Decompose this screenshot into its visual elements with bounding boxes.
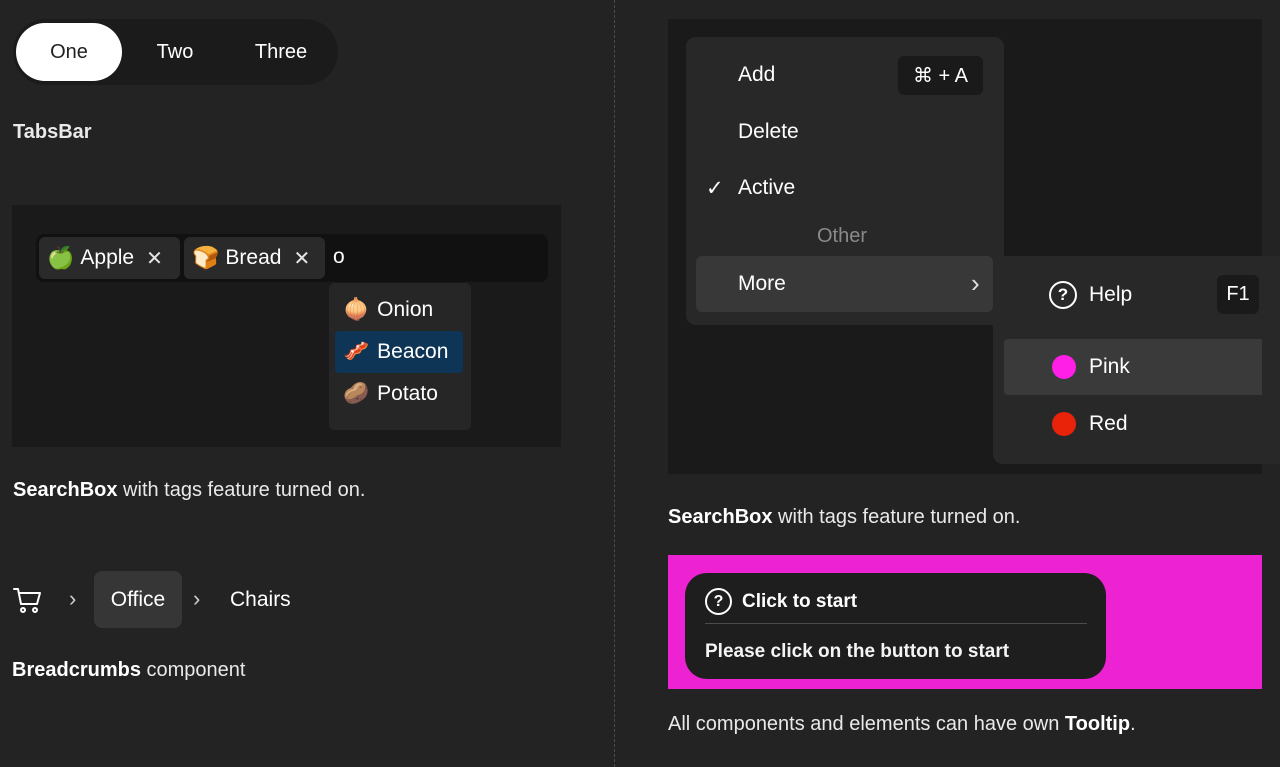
tooltip (685, 573, 1106, 679)
tooltip-title: Click to start (742, 591, 858, 612)
tag-apple: 🍏 Apple ✕ (39, 237, 180, 279)
search-query-text[interactable]: o (333, 245, 345, 269)
suggestion-label: Beacon (377, 340, 449, 363)
bacon-emoji-icon: 🥓 (343, 340, 370, 363)
menu-item-add[interactable]: Add (738, 63, 775, 87)
close-icon[interactable]: ✕ (146, 246, 163, 271)
close-icon[interactable]: ✕ (293, 246, 310, 271)
suggestion-potato[interactable]: 🥔 Potato (335, 373, 465, 415)
tag-bread: 🍞 Bread ✕ (184, 237, 325, 279)
submenu-item-red[interactable]: Red (1089, 412, 1128, 436)
breadcrumbs-caption: Breadcrumbs component (12, 659, 246, 681)
tag-label: Apple (80, 246, 135, 269)
suggestion-label: Onion (377, 298, 434, 321)
tooltip-body: Please click on the button to start (705, 641, 1010, 662)
suggestion-onion[interactable]: 🧅 Onion (335, 289, 465, 331)
apple-emoji-icon: 🍏 (47, 245, 75, 270)
submenu-item-pink[interactable] (1004, 339, 1262, 395)
tab-three[interactable]: Three (228, 23, 334, 81)
chevron-right-icon: › (971, 268, 980, 298)
searchbox-caption: SearchBox with tags feature turned on. (13, 479, 366, 501)
help-circle-icon: ? (1049, 281, 1077, 309)
check-icon: ✓ (706, 177, 724, 200)
shortcut-badge: F1 (1217, 275, 1259, 314)
submenu-item-pink-label: Pink (1089, 355, 1130, 378)
breadcrumb-office[interactable]: Office (94, 571, 182, 628)
bread-emoji-icon: 🍞 (192, 245, 220, 270)
tab-two[interactable]: Two (122, 23, 228, 81)
tabs-bar: One Two Three (13, 19, 338, 85)
tooltip-caption: All components and elements can have own… (668, 713, 1136, 735)
submenu-item-help[interactable]: Help (1089, 283, 1132, 307)
tabs-caption: TabsBar (13, 121, 92, 143)
breadcrumb-chairs[interactable]: Chairs (230, 588, 291, 612)
tooltip-separator (705, 623, 1087, 624)
menu-item-active[interactable]: Active (738, 176, 795, 200)
help-circle-icon: ? (705, 588, 732, 615)
suggestion-label: Potato (377, 382, 438, 405)
menu-item-delete[interactable]: Delete (738, 120, 799, 144)
pink-dot-icon (1052, 355, 1076, 379)
search-suggestions-dropdown: 🧅 Onion 🥓 Beacon 🥔 Potato (329, 283, 471, 430)
tab-one[interactable]: One (16, 23, 122, 81)
cart-icon[interactable] (12, 585, 42, 615)
red-dot-icon (1052, 412, 1076, 436)
menu-group-label: Other (817, 225, 868, 247)
suggestion-beacon[interactable]: 🥓 Beacon (335, 331, 463, 373)
shortcut-badge: ⌘ + A (898, 56, 983, 95)
column-divider (614, 0, 615, 767)
tag-label: Bread (225, 246, 282, 269)
breadcrumb-separator: › (193, 586, 201, 611)
menu-caption: SearchBox with tags feature turned on. (668, 506, 1021, 528)
onion-emoji-icon: 🧅 (343, 298, 370, 321)
breadcrumb-separator: › (69, 586, 77, 611)
potato-emoji-icon: 🥔 (343, 382, 370, 405)
menu-item-more-label: More (738, 272, 786, 295)
